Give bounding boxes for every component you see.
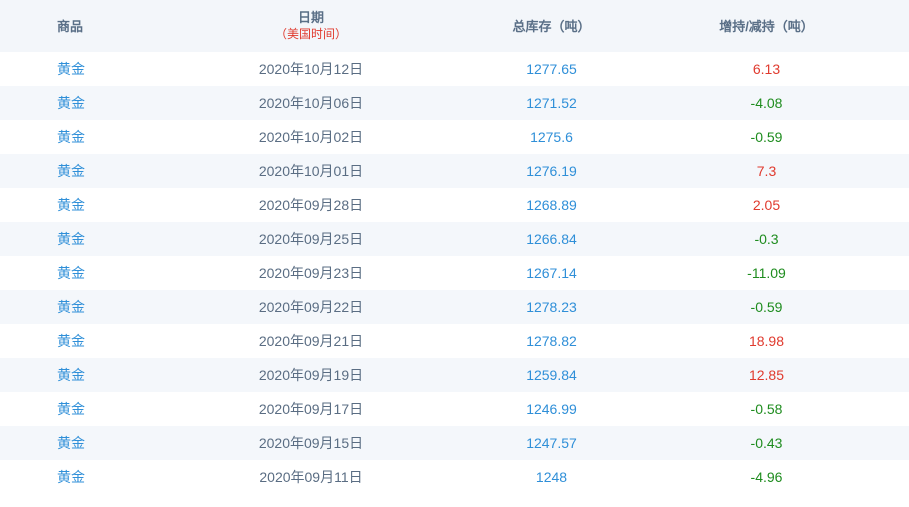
table-row: 黄金 2020年10月01日 1276.19 7.3 [0, 154, 909, 188]
commodity-cell: 黄金 [0, 222, 143, 256]
commodity-cell: 黄金 [57, 265, 85, 281]
change-cell: -0.43 [624, 426, 909, 460]
change-cell: 12.85 [624, 358, 909, 392]
date-cell: 2020年09月25日 [143, 222, 479, 256]
total-cell: 1259.84 [479, 358, 624, 392]
change-cell: -4.08 [624, 86, 909, 120]
total-cell: 1278.23 [479, 290, 624, 324]
header-commodity: 商品 [0, 0, 143, 52]
total-cell: 1277.65 [526, 61, 577, 77]
gold-holdings-table: 商品 日期 （美国时间） 总库存（吨） 增持/减持（吨） 黄金 2020年10月1… [0, 0, 909, 494]
commodity-cell: 黄金 [57, 333, 85, 349]
total-cell: 1268.89 [526, 197, 577, 213]
date-cell: 2020年09月21日 [258, 333, 364, 349]
change-cell: -0.59 [750, 129, 783, 145]
change-cell: -0.58 [750, 401, 783, 417]
date-cell: 2020年09月23日 [258, 265, 364, 281]
commodity-cell: 黄金 [57, 401, 85, 417]
date-cell: 2020年09月22日 [143, 290, 479, 324]
table-row: 黄金 2020年09月17日 1246.99 -0.58 [0, 392, 909, 426]
total-cell: 1278.82 [526, 333, 577, 349]
total-cell: 1246.99 [526, 401, 577, 417]
date-cell: 2020年09月28日 [258, 197, 364, 213]
commodity-cell: 黄金 [57, 129, 85, 145]
table-row: 黄金 2020年09月15日 1247.57 -0.43 [0, 426, 909, 460]
header-date-label: 日期 [297, 10, 324, 25]
commodity-cell: 黄金 [57, 61, 85, 77]
change-cell: -11.09 [747, 265, 786, 281]
change-cell: -0.59 [624, 290, 909, 324]
date-cell: 2020年09月11日 [259, 469, 363, 485]
table-row: 黄金 2020年09月19日 1259.84 12.85 [0, 358, 909, 392]
commodity-cell: 黄金 [57, 469, 85, 485]
header-total: 总库存（吨） [479, 0, 624, 52]
table-body: 黄金 2020年10月12日 1277.65 6.13 黄金 2020年10月06日 127… [0, 52, 909, 494]
change-cell: 2.05 [752, 197, 781, 213]
commodity-cell: 黄金 [0, 358, 143, 392]
commodity-cell: 黄金 [0, 154, 143, 188]
table-header: 商品 日期 （美国时间） 总库存（吨） 增持/减持（吨） [0, 0, 909, 52]
date-cell: 2020年09月17日 [258, 401, 364, 417]
table-row: 黄金 2020年09月28日 1268.89 2.05 [0, 188, 909, 222]
change-cell: 7.3 [624, 154, 909, 188]
total-cell: 1266.84 [479, 222, 624, 256]
commodity-cell: 黄金 [57, 197, 85, 213]
table-row: 黄金 2020年09月21日 1278.82 18.98 [0, 324, 909, 358]
change-cell: -4.96 [750, 469, 783, 485]
table-row: 黄金 2020年10月12日 1277.65 6.13 [0, 52, 909, 86]
date-cell: 2020年10月06日 [143, 86, 479, 120]
date-cell: 2020年10月01日 [143, 154, 479, 188]
change-cell: 6.13 [752, 61, 781, 77]
change-cell: -0.3 [624, 222, 909, 256]
total-cell: 1271.52 [479, 86, 624, 120]
total-cell: 1247.57 [479, 426, 624, 460]
date-cell: 2020年10月02日 [258, 129, 364, 145]
date-cell: 2020年10月12日 [258, 61, 364, 77]
commodity-cell: 黄金 [0, 290, 143, 324]
date-cell: 2020年09月15日 [143, 426, 479, 460]
table-row: 黄金 2020年09月23日 1267.14 -11.09 [0, 256, 909, 290]
table-row: 黄金 2020年09月25日 1266.84 -0.3 [0, 222, 909, 256]
header-date-note: （美国时间） [274, 27, 347, 41]
header-date: 日期 （美国时间） [143, 0, 479, 52]
total-cell: 1275.6 [530, 129, 573, 145]
commodity-cell: 黄金 [0, 86, 143, 120]
table-row: 黄金 2020年09月22日 1278.23 -0.59 [0, 290, 909, 324]
commodity-cell: 黄金 [0, 426, 143, 460]
header-row: 商品 日期 （美国时间） 总库存（吨） 增持/减持（吨） [0, 0, 909, 52]
date-cell: 2020年09月19日 [143, 358, 479, 392]
total-cell: 1276.19 [479, 154, 624, 188]
header-change: 增持/减持（吨） [624, 0, 909, 52]
total-cell: 1248 [535, 469, 568, 485]
table-row: 黄金 2020年10月06日 1271.52 -4.08 [0, 86, 909, 120]
change-cell: 18.98 [748, 333, 785, 349]
total-cell: 1267.14 [526, 265, 577, 281]
table-row: 黄金 2020年10月02日 1275.6 -0.59 [0, 120, 909, 154]
table-row: 黄金 2020年09月11日 1248 -4.96 [0, 460, 909, 494]
